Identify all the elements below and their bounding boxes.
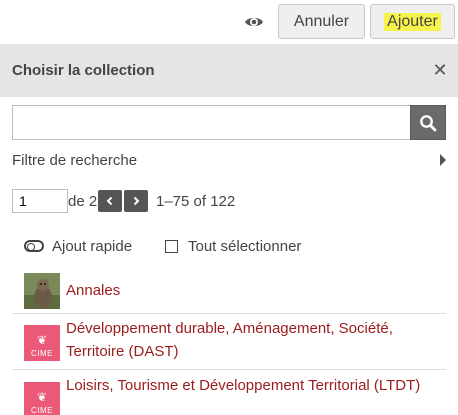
panel-header: Choisir la collection ✕ — [0, 44, 458, 97]
select-all-checkbox[interactable]: Tout sélectionner — [165, 236, 301, 256]
caret-right-icon — [440, 154, 446, 166]
cime-logo-text: CIME — [31, 349, 53, 358]
search-icon — [420, 114, 437, 131]
list-item[interactable]: ❦ CIME Loisirs, Tourisme et Développemen… — [12, 370, 446, 415]
cancel-button-label: Annuler — [293, 12, 350, 30]
collection-link[interactable]: Développement durable, Aménagement, Soci… — [66, 317, 436, 363]
quick-add-toggle[interactable]: Ajout rapide — [24, 236, 132, 256]
cime-mark-icon: ❦ — [36, 390, 48, 404]
toggle-icon — [24, 240, 44, 252]
search-button[interactable] — [410, 105, 446, 140]
search-filter-toggle[interactable]: Filtre de recherche — [12, 150, 446, 172]
marmot-thumbnail — [24, 273, 60, 309]
quick-add-label: Ajout rapide — [52, 237, 133, 255]
top-toolbar: Annuler Ajouter — [0, 0, 458, 44]
collection-link[interactable]: Loisirs, Tourisme et Développement Terri… — [66, 374, 436, 397]
chevron-right-icon — [133, 196, 140, 206]
close-icon[interactable]: ✕ — [432, 61, 448, 79]
select-all-label: Tout sélectionner — [188, 237, 302, 255]
page-total-label: de 2 — [68, 193, 98, 210]
list-item[interactable]: Annales — [12, 266, 446, 314]
cime-logo: ❦ CIME — [24, 382, 60, 415]
checkbox-icon — [165, 239, 178, 253]
add-button-label: Ajouter — [384, 12, 441, 31]
collection-list: Annales ❦ CIME Développement durable, Am… — [12, 266, 446, 415]
page-number-input[interactable] — [12, 189, 68, 213]
previous-page-button[interactable] — [98, 190, 122, 212]
panel-title: Choisir la collection — [12, 62, 155, 79]
list-item[interactable]: ❦ CIME Développement durable, Aménagemen… — [12, 314, 446, 370]
cancel-button[interactable]: Annuler — [278, 4, 365, 39]
filter-label: Filtre de recherche — [12, 152, 138, 169]
eye-icon[interactable] — [243, 11, 265, 33]
search-input[interactable] — [12, 105, 411, 140]
add-button[interactable]: Ajouter — [370, 4, 455, 39]
cime-logo-text: CIME — [31, 406, 53, 415]
next-page-button[interactable] — [124, 190, 148, 212]
cime-mark-icon: ❦ — [36, 333, 48, 347]
chevron-left-icon — [106, 196, 113, 206]
result-range: 1–75 of 122 — [156, 193, 236, 210]
cime-logo: ❦ CIME — [24, 325, 60, 361]
collection-link[interactable]: Annales — [66, 279, 436, 302]
